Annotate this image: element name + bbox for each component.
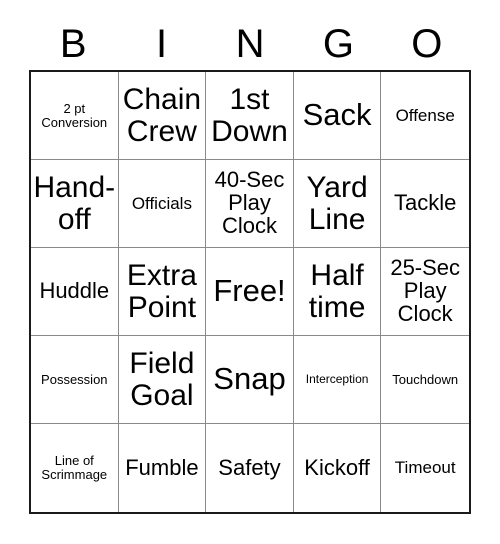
bingo-cell-label: Hand- off [33, 171, 116, 236]
bingo-cell-label: 1st Down [211, 83, 288, 148]
bingo-cell-label: Offense [395, 105, 455, 125]
bingo-cell-label: Half time [308, 259, 366, 324]
bingo-card: B I N G O 2 pt Conversion Chain Crew 1st D… [0, 0, 500, 544]
bingo-cell-label: Kickoff [304, 454, 370, 480]
bingo-cell-label: Yard Line [306, 171, 368, 236]
bingo-cell[interactable]: Hand- off [31, 160, 119, 248]
bingo-cell-label: Interception [305, 372, 369, 387]
bingo-cell[interactable]: Huddle [31, 248, 119, 336]
bingo-cell-label: Huddle [39, 278, 110, 304]
bingo-cell-label: Free! [213, 273, 286, 309]
bingo-cell[interactable]: Chain Crew [118, 72, 207, 160]
bingo-cell-label: Timeout [394, 458, 456, 478]
header-letter-b: B [59, 22, 87, 66]
bingo-cell-label: Possession [41, 371, 108, 387]
bingo-cell[interactable]: 40-Sec Play Clock [206, 160, 294, 248]
bingo-cell[interactable]: Fumble [118, 424, 207, 512]
bingo-cell[interactable]: 2 pt Conversion [31, 72, 119, 160]
bingo-cell[interactable]: Snap [206, 336, 294, 424]
bingo-cell[interactable]: 25-Sec Play Clock [381, 248, 469, 336]
bingo-cell-label: Field Goal [129, 347, 195, 412]
bingo-cell[interactable]: Field Goal [118, 336, 207, 424]
bingo-cell-label: Tackle [394, 190, 457, 216]
header-letter-g: G [322, 22, 354, 66]
bingo-cell-label: Chain Crew [122, 83, 202, 148]
header-letter-i: I [156, 22, 168, 66]
bingo-cell[interactable]: Tackle [381, 160, 469, 248]
bingo-cell[interactable]: Safety [206, 424, 294, 512]
bingo-cell[interactable]: Yard Line [293, 160, 382, 248]
bingo-cell-free[interactable]: Free! [206, 248, 294, 336]
bingo-cell-label: 40-Sec Play Clock [214, 167, 285, 238]
bingo-cell[interactable]: Half time [293, 248, 382, 336]
bingo-cell[interactable]: Sack [293, 72, 382, 160]
header-letter-n: N [235, 22, 265, 66]
bingo-cell-label: Snap [213, 361, 286, 397]
bingo-cell[interactable]: Line of Scrimmage [31, 424, 119, 512]
bingo-cell-label: Line of Scrimmage [41, 453, 108, 482]
header-letter-o: O [411, 22, 443, 66]
bingo-cell-label: Officials [131, 193, 192, 213]
bingo-cell-label: Sack [302, 97, 372, 133]
bingo-cell[interactable]: 1st Down [206, 72, 294, 160]
bingo-cell[interactable]: Timeout [381, 424, 469, 512]
bingo-cell[interactable]: Kickoff [293, 424, 382, 512]
bingo-grid: 2 pt Conversion Chain Crew 1st Down Sack Off… [29, 70, 471, 514]
bingo-cell-label: 25-Sec Play Clock [390, 255, 461, 326]
bingo-header: B I N G O [29, 18, 471, 70]
bingo-cell[interactable]: Offense [381, 72, 469, 160]
bingo-cell-label: Safety [218, 454, 281, 480]
bingo-cell[interactable]: Extra Point [118, 248, 207, 336]
bingo-cell-label: Touchdown [392, 371, 459, 387]
bingo-cell-label: Fumble [125, 454, 199, 480]
bingo-cell-label: 2 pt Conversion [41, 100, 108, 130]
bingo-cell-label: Extra Point [126, 259, 197, 324]
bingo-cell[interactable]: Officials [118, 160, 207, 248]
bingo-cell[interactable]: Interception [293, 336, 382, 424]
bingo-cell[interactable]: Possession [31, 336, 119, 424]
bingo-cell[interactable]: Touchdown [381, 336, 469, 424]
